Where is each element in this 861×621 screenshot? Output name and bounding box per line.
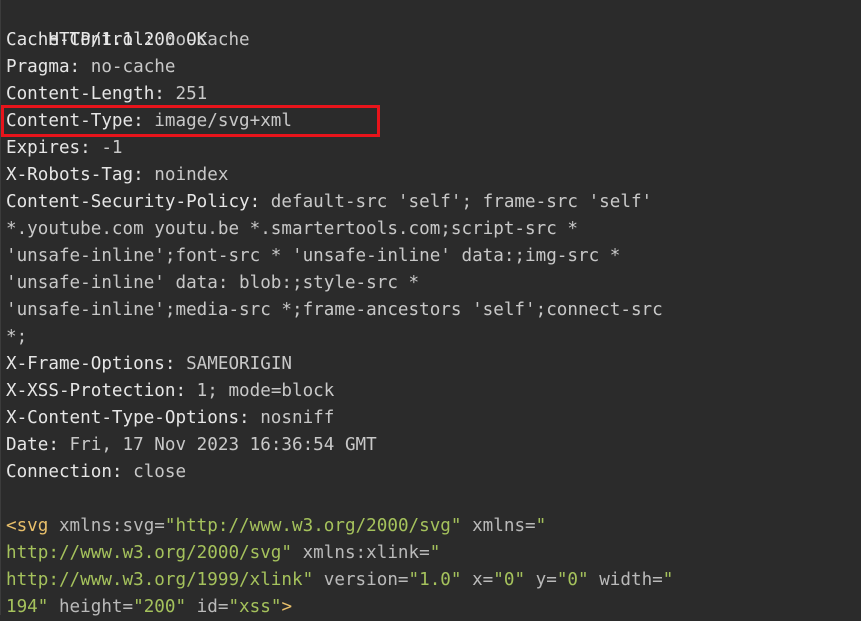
attr-value: " (429, 543, 441, 563)
header-name: Cache-Control: (6, 30, 155, 50)
attr-value: "xss" (228, 597, 282, 617)
attr-value: " (662, 570, 674, 590)
status-line: HTTP/1.1 200 OK (48, 30, 208, 50)
attr-name: height= (48, 597, 134, 617)
header-expires: Expires: -1 (6, 135, 123, 162)
header-cache-control: Cache-Control: no-cache (6, 27, 250, 54)
header-name: X-Frame-Options: (6, 354, 176, 374)
header-content-security-policy: Content-Security-Policy: default-src 'se… (6, 189, 652, 216)
csp-continuation-line: 'unsafe-inline';media-src *;frame-ancest… (6, 300, 663, 320)
header-value: 251 (164, 84, 208, 104)
header-value: no-cache (80, 57, 176, 77)
attr-name: xmlns:xlink= (292, 543, 430, 563)
svg-open-tag: <svg (6, 516, 49, 536)
header-name: X-Content-Type-Options: (6, 408, 250, 428)
attr-value: "1.0" (408, 570, 462, 590)
attr-name: version= (313, 570, 409, 590)
http-response-viewer[interactable]: HTTP/1.1 200 OK Cache-Control: no-cache … (0, 0, 861, 617)
header-name: Content-Security-Policy: (6, 192, 261, 212)
header-name: Content-Type: (6, 111, 144, 131)
header-content-type: Content-Type: image/svg+xml (6, 108, 292, 135)
header-date: Date: Fri, 17 Nov 2023 16:36:54 GMT (6, 432, 377, 459)
attr-value: http://www.w3.org/2000/svg" (6, 543, 292, 563)
header-value: nosniff (249, 408, 335, 428)
attr-name: x= (461, 570, 494, 590)
csp-continuation-line: 'unsafe-inline' data: blob:;style-src * (6, 273, 420, 293)
header-name: Connection: (6, 462, 123, 482)
header-value: 1; mode=block (186, 381, 335, 401)
attr-name: id= (186, 597, 229, 617)
attr-value: http://www.w3.org/1999/xlink" (6, 570, 314, 590)
header-content-length: Content-Length: 251 (6, 81, 207, 108)
attr-value: " (535, 516, 547, 536)
attr-value: "0" (493, 570, 526, 590)
body-line: http://www.w3.org/1999/xlink" version="1… (6, 567, 673, 594)
header-x-frame-options: X-Frame-Options: SAMEORIGIN (6, 351, 292, 378)
body-line: <svg xmlns:svg="http://www.w3.org/2000/s… (6, 513, 546, 540)
header-value: default-src 'self'; frame-src 'self' (260, 192, 653, 212)
header-name: Expires: (6, 138, 91, 158)
header-x-xss-protection: X-XSS-Protection: 1; mode=block (6, 378, 334, 405)
header-name: X-Robots-Tag: (6, 165, 144, 185)
header-value: image/svg+xml (143, 111, 292, 131)
header-x-robots-tag: X-Robots-Tag: noindex (6, 162, 228, 189)
csp-continuation-line: 'unsafe-inline';font-src * 'unsafe-inlin… (6, 246, 621, 266)
header-name: X-XSS-Protection: (6, 381, 187, 401)
attr-value: "0" (556, 570, 589, 590)
csp-continuation-line: *.youtube.com youtu.be *.smartertools.co… (6, 219, 578, 239)
body-line: 194" height="200" id="xss"> (6, 594, 292, 621)
header-value: -1 (90, 138, 123, 158)
header-name: Pragma: (6, 57, 81, 77)
header-x-content-type-options: X-Content-Type-Options: nosniff (6, 405, 334, 432)
header-value: no-cache (154, 30, 250, 50)
tag-close: > (281, 597, 293, 617)
attr-value: "http://www.w3.org/2000/svg" (164, 516, 462, 536)
attr-value: 194" (6, 597, 49, 617)
attr-name: y= (525, 570, 557, 590)
attr-name: xmlns= (461, 516, 536, 536)
header-value: close (122, 462, 187, 482)
header-pragma: Pragma: no-cache (6, 54, 176, 81)
header-name: Date: (6, 435, 59, 455)
csp-continuation-line: *; (6, 327, 28, 347)
attr-value: "200" (133, 597, 187, 617)
body-line: http://www.w3.org/2000/svg" xmlns:xlink=… (6, 540, 440, 567)
header-value: SAMEORIGIN (175, 354, 293, 374)
header-name: Content-Length: (6, 84, 165, 104)
header-value: noindex (143, 165, 229, 185)
attr-name: width= (588, 570, 663, 590)
header-connection: Connection: close (6, 459, 186, 486)
attr-name: xmlns:svg= (48, 516, 165, 536)
header-value: Fri, 17 Nov 2023 16:36:54 GMT (58, 435, 377, 455)
